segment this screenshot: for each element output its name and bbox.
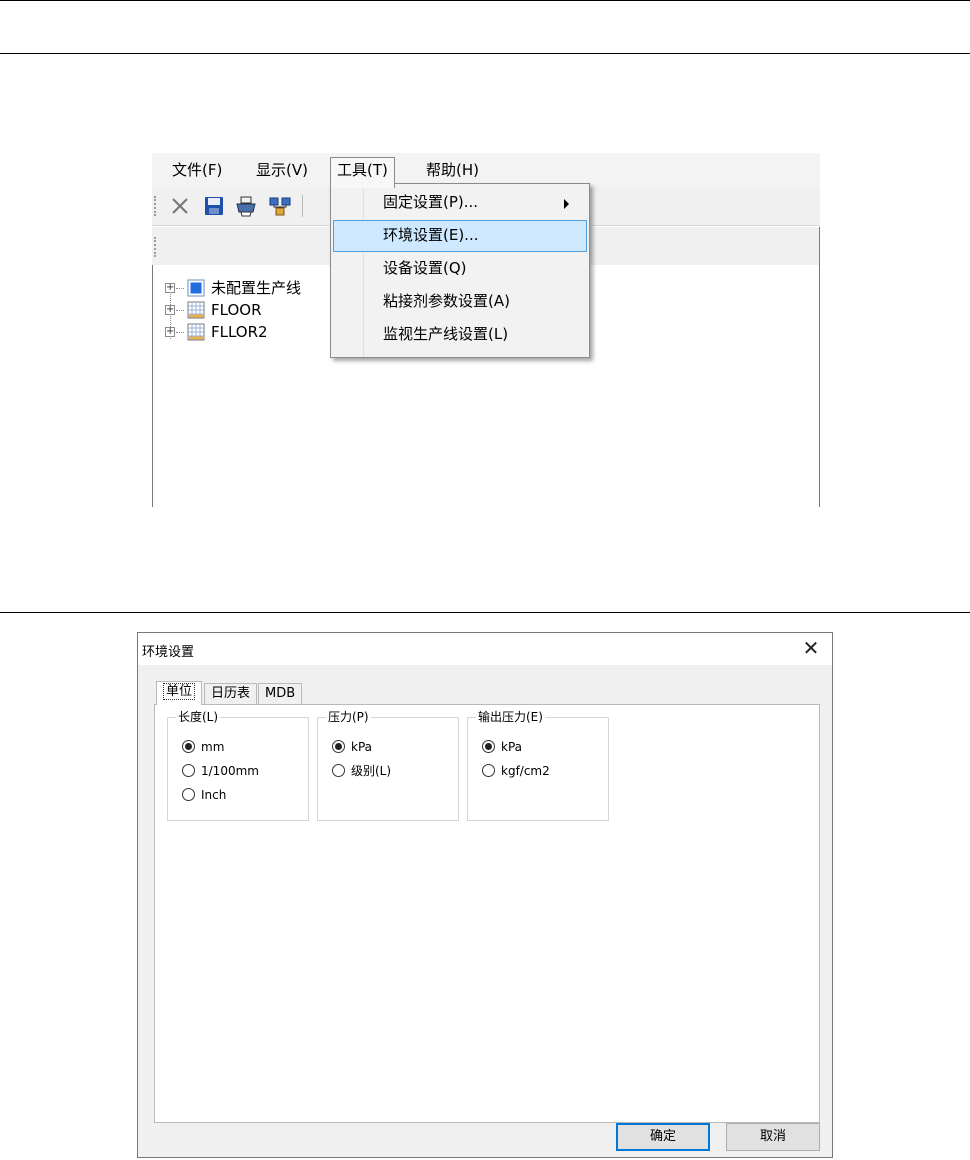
close-icon[interactable] — [168, 194, 192, 218]
dialog-titlebar[interactable]: 环境设置 ✕ — [138, 633, 832, 665]
ok-button[interactable]: 确定 — [616, 1123, 710, 1151]
menu-item-device-settings[interactable]: 设备设置(Q) — [333, 253, 587, 285]
grid-icon — [187, 323, 205, 341]
tree-branch-line — [176, 288, 184, 289]
separator-line-1 — [0, 53, 970, 54]
radio-label: kPa — [351, 740, 372, 754]
pressure-group: 压力(P) kPa 级别(L) — [317, 709, 459, 821]
tab-units[interactable]: 单位 — [156, 681, 203, 705]
tree-item-label: FLOOR — [211, 301, 262, 319]
submenu-arrow-icon — [564, 199, 569, 209]
cancel-button[interactable]: 取消 — [726, 1123, 820, 1151]
radio-button[interactable] — [182, 740, 195, 753]
dialog-title: 环境设置 — [142, 645, 195, 660]
print-icon[interactable] — [234, 194, 258, 218]
menu-view[interactable]: 显示(V) — [250, 157, 314, 183]
close-icon[interactable]: ✕ — [800, 637, 822, 659]
radio-button[interactable] — [332, 764, 345, 777]
radio-button[interactable] — [182, 764, 195, 777]
menu-item-monitor-line-settings[interactable]: 监视生产线设置(L) — [333, 319, 587, 351]
radio-label: Inch — [201, 788, 227, 802]
menu-item-fixed-settings[interactable]: 固定设置(P)... — [333, 187, 587, 219]
tree-branch-line — [176, 332, 184, 333]
radio-label: 1/100mm — [201, 764, 259, 778]
radio-label: 级别(L) — [351, 764, 392, 778]
radio-button[interactable] — [182, 788, 195, 801]
length-group-legend: 长度(L) — [176, 709, 221, 725]
menu-item-label: 监视生产线设置(L) — [383, 325, 509, 343]
units-tab-panel: 长度(L) mm 1/100mm Inch 压力(P) kPa 级别(L) 输出… — [154, 704, 820, 1123]
menu-tools[interactable]: 工具(T) — [330, 157, 395, 188]
output-pressure-group: 输出压力(E) kPa kgf/cm2 — [467, 709, 609, 821]
tab-mdb[interactable]: MDB — [258, 683, 303, 704]
output-pressure-group-legend: 输出压力(E) — [476, 709, 545, 725]
save-icon[interactable] — [202, 194, 226, 218]
menu-item-label: 环境设置(E)... — [383, 226, 479, 244]
grid-icon — [187, 301, 205, 319]
menu-item-adhesive-settings[interactable]: 粘接剂参数设置(A) — [333, 286, 587, 318]
radio-label: kgf/cm2 — [501, 764, 550, 778]
tab-label: 单位 — [163, 683, 196, 700]
blue-square-icon — [187, 279, 205, 297]
tab-label: MDB — [265, 686, 296, 701]
menu-item-label: 设备设置(Q) — [383, 259, 467, 277]
expand-icon[interactable]: + — [165, 327, 175, 337]
radio-label: kPa — [501, 740, 522, 754]
menu-file[interactable]: 文件(F) — [166, 157, 228, 183]
toolbar-separator — [302, 195, 303, 217]
menu-item-label: 固定设置(P)... — [383, 193, 479, 211]
menu-help[interactable]: 帮助(H) — [420, 157, 485, 183]
subbar-grip[interactable] — [154, 237, 156, 257]
length-group: 长度(L) mm 1/100mm Inch — [167, 709, 309, 821]
tree-item-label: FLLOR2 — [211, 323, 268, 341]
environment-settings-dialog: 环境设置 ✕ 单位 日历表 MDB 长度(L) mm 1/100mm Inch — [137, 632, 833, 1158]
tab-calendar[interactable]: 日历表 — [204, 683, 258, 704]
radio-label: mm — [201, 740, 225, 754]
menu-bar: 文件(F) 显示(V) 工具(T) 帮助(H) — [152, 153, 820, 188]
pressure-group-legend: 压力(P) — [326, 709, 371, 725]
tools-dropdown-menu: 固定设置(P)... 环境设置(E)... 设备设置(Q) 粘接剂参数设置(A)… — [330, 183, 590, 358]
radio-button[interactable] — [482, 764, 495, 777]
toolbar-grip[interactable] — [154, 196, 156, 216]
network-icon[interactable] — [268, 194, 292, 218]
radio-button[interactable] — [332, 740, 345, 753]
radio-button[interactable] — [482, 740, 495, 753]
tree-branch-line — [176, 310, 184, 311]
separator-line-2 — [0, 612, 970, 613]
menu-item-label: 粘接剂参数设置(A) — [383, 292, 510, 310]
top-border-line — [0, 0, 970, 1]
tree-item-label: 未配置生产线 — [211, 279, 302, 297]
expand-icon[interactable]: + — [165, 305, 175, 315]
tab-label: 日历表 — [211, 686, 251, 701]
menu-item-environment-settings[interactable]: 环境设置(E)... — [333, 220, 587, 252]
expand-icon[interactable]: + — [165, 283, 175, 293]
